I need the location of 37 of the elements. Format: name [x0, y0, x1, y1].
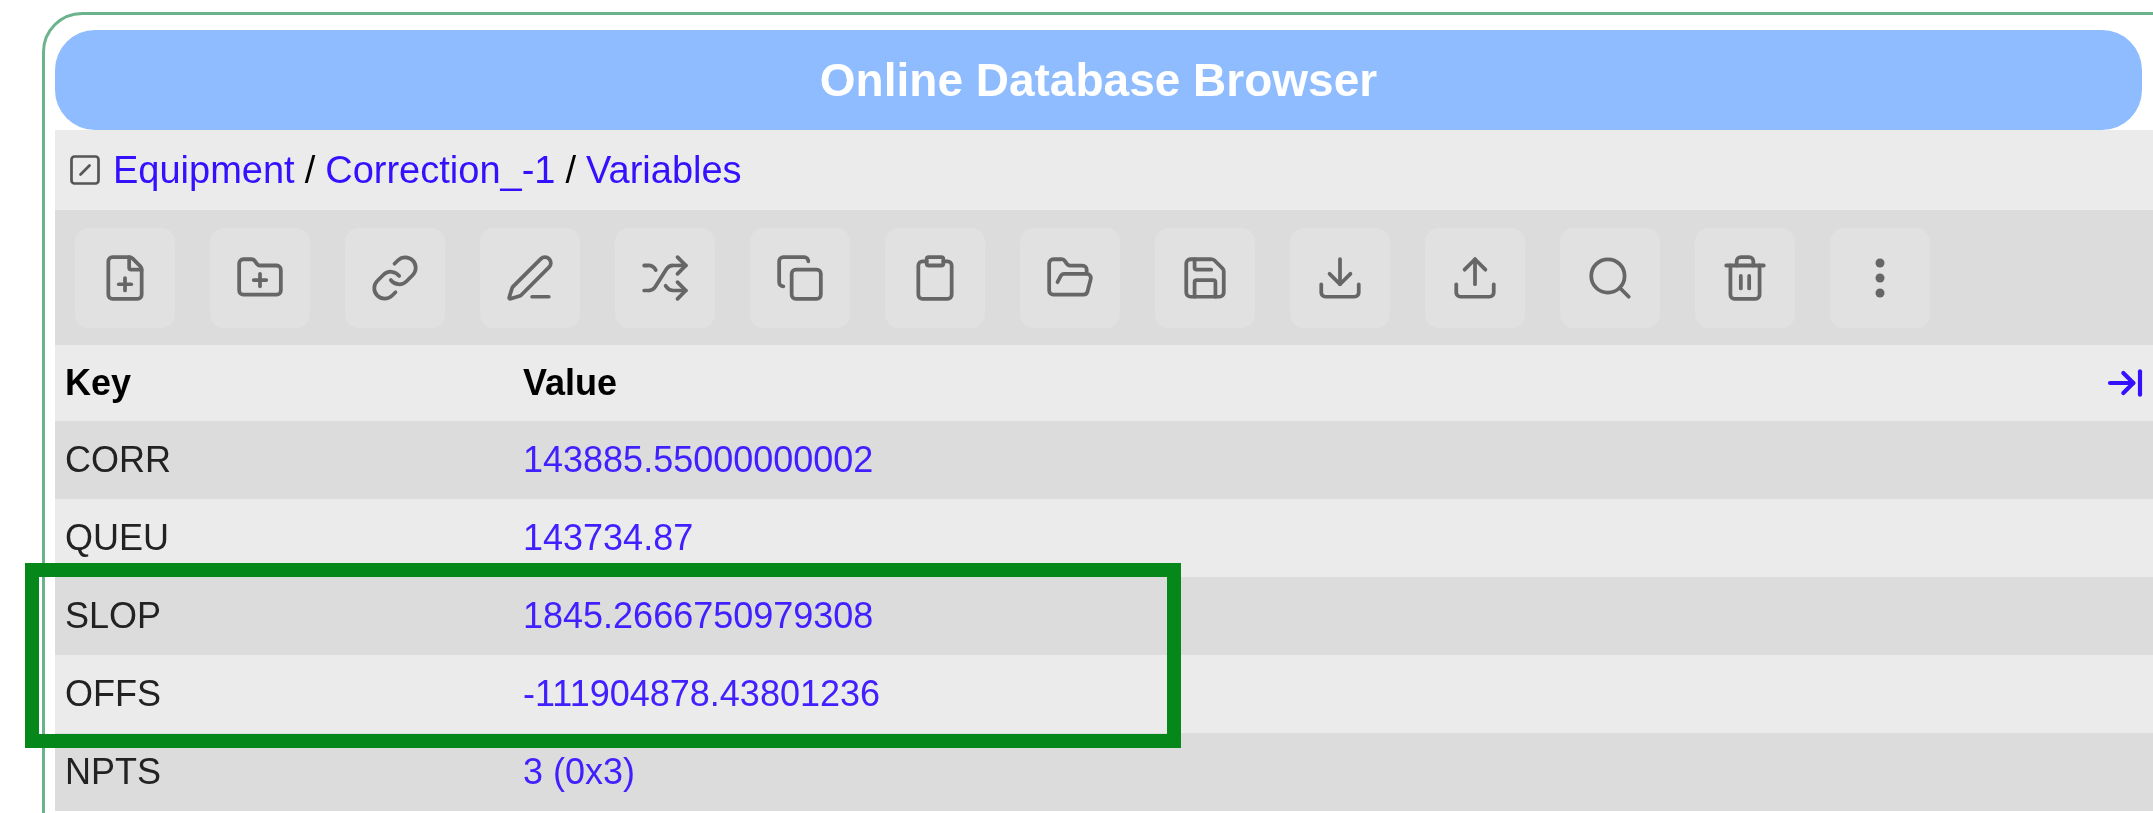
- toolbar-button[interactable]: [480, 227, 580, 328]
- shuffle-icon: [640, 252, 690, 303]
- toolbar-button[interactable]: [75, 227, 175, 328]
- key-cell-text: QUEU: [64, 516, 170, 560]
- value-cell-text: 1845.2666750979308: [523, 594, 874, 638]
- breadcrumb-link[interactable]: Equipment: [113, 141, 295, 199]
- breadcrumb-separator: /: [565, 147, 576, 193]
- column-header: Key: [64, 361, 133, 405]
- toolbar-button[interactable]: [1155, 227, 1255, 328]
- toolbar-button[interactable]: [1020, 227, 1120, 328]
- square-slash-icon: [67, 152, 103, 188]
- breadcrumb-separator: /: [304, 147, 316, 193]
- breadcrumb-link[interactable]: Variables: [586, 141, 742, 199]
- column-header: Value: [523, 361, 618, 405]
- more-icon: [1875, 257, 1885, 298]
- breadcrumb-link[interactable]: Correction_-1: [325, 141, 556, 199]
- toolbar-button[interactable]: [885, 227, 985, 328]
- key-cell-text: OFFS: [64, 672, 162, 716]
- toolbar-button[interactable]: [1425, 227, 1525, 328]
- value-cell-text: 143885.55000000002: [523, 438, 874, 482]
- window-title: Online Database Browser: [55, 30, 2142, 130]
- link-icon: [370, 252, 420, 303]
- toolbar-button[interactable]: [210, 227, 310, 328]
- copy-icon: [775, 252, 825, 303]
- key-cell-text: NPTS: [64, 750, 162, 794]
- toolbar-button[interactable]: [750, 227, 850, 328]
- value-cell-text: 143734.87: [523, 516, 694, 560]
- toolbar-button[interactable]: [1560, 227, 1660, 328]
- value-cell-text: 3 (0x3): [523, 750, 636, 794]
- toolbar-button[interactable]: [615, 227, 715, 328]
- value-cell-text: -111904878.43801236: [523, 672, 880, 716]
- pen-icon: [505, 252, 555, 303]
- key-cell-text: SLOP: [64, 594, 163, 638]
- toolbar-button[interactable]: [345, 227, 445, 328]
- key-cell-text: CORR: [64, 438, 172, 482]
- toolbar-button[interactable]: [1695, 227, 1795, 328]
- toolbar-button[interactable]: [1290, 227, 1390, 328]
